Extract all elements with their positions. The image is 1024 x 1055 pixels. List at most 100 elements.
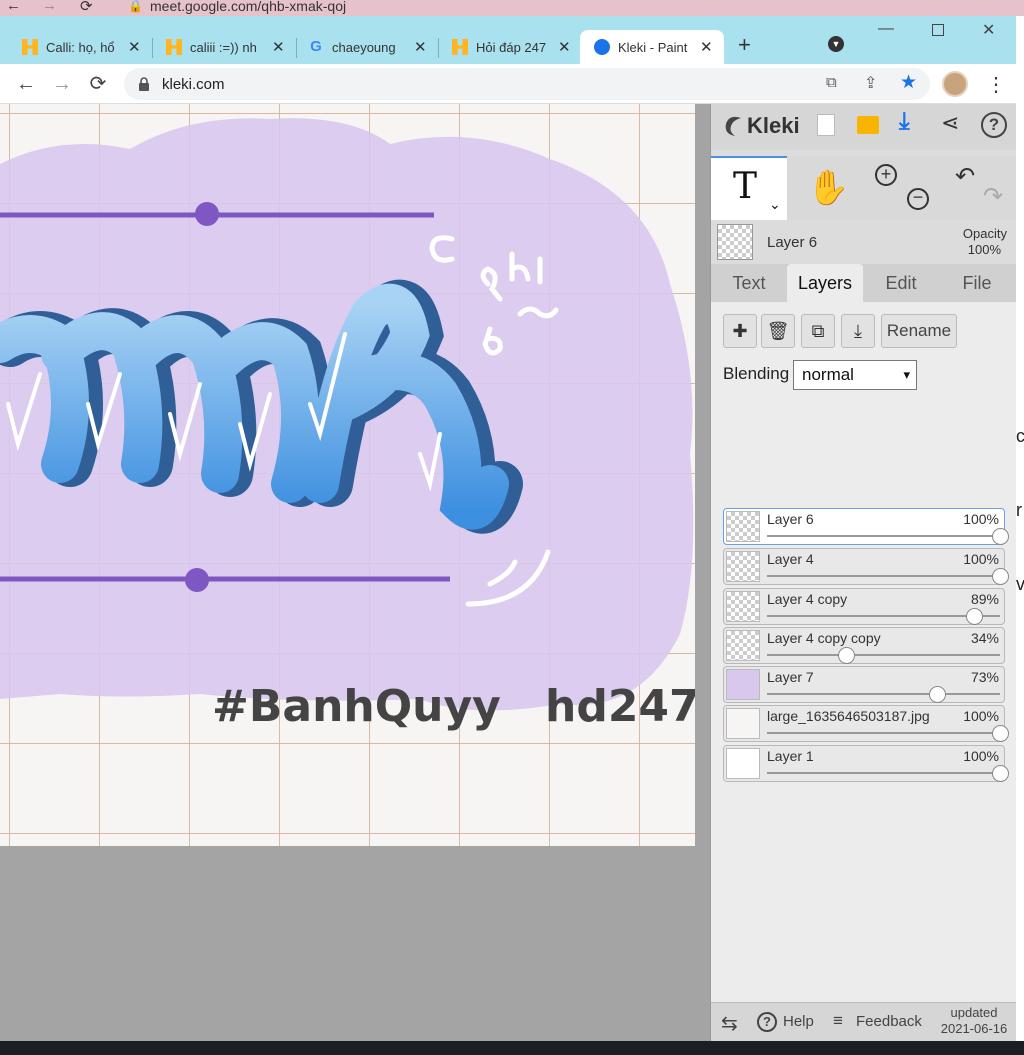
layer-opacity-track[interactable] (767, 615, 1000, 617)
close-tab-icon[interactable]: ✕ (272, 38, 285, 56)
layer-opacity-track[interactable] (767, 693, 1000, 695)
chevron-down-icon[interactable]: ⌄ (769, 196, 781, 213)
redo-icon[interactable]: ↷ (983, 182, 1003, 211)
drawing-canvas[interactable]: #BanhQuyy hd247 (0, 104, 695, 846)
tab-layers[interactable]: Layers (787, 264, 863, 302)
layer-name: Layer 6 (767, 511, 814, 527)
layer-row-layer-7[interactable]: Layer 7 73% (723, 666, 1005, 703)
new-tab-icon[interactable]: + (738, 32, 751, 58)
layer-row-layer-4[interactable]: Layer 4 100% (723, 548, 1009, 585)
help-icon[interactable]: ? (981, 112, 1007, 138)
layer-opacity-track[interactable] (767, 772, 1000, 774)
address-url: kleki.com (162, 76, 225, 93)
swap-sides-icon[interactable]: ⇆ (721, 1011, 738, 1036)
maximize-icon[interactable] (932, 24, 944, 36)
layer-thumbnail (726, 591, 760, 622)
tab-file[interactable]: File (939, 264, 1015, 302)
text-tool-button[interactable]: T ⌄ (711, 156, 787, 220)
layer-row-layer-6[interactable]: Layer 6 100% (723, 508, 1009, 545)
canvas-artwork: #BanhQuyy hd247 (0, 104, 695, 846)
close-window-icon[interactable]: ✕ (982, 20, 995, 40)
bookmark-star-icon[interactable]: ★ (900, 71, 917, 94)
layer-opacity-knob[interactable] (838, 647, 856, 664)
delete-layer-button[interactable]: 🗑 (761, 314, 795, 348)
updated-label: updated (950, 1005, 998, 1020)
rename-layer-button[interactable]: Rename (881, 314, 957, 348)
layer-name: Layer 4 copy (767, 591, 848, 607)
layer-opacity-knob[interactable] (992, 725, 1009, 742)
close-tab-icon[interactable]: ✕ (700, 38, 713, 56)
layer-name: Layer 4 (767, 551, 814, 567)
download-icon[interactable]: ⤓ (899, 108, 910, 136)
top-line-dot (195, 202, 219, 226)
open-folder-icon[interactable] (857, 116, 879, 134)
tab-hoidap[interactable]: Hỏi đáp 247 ✕ (430, 30, 580, 64)
merge-layer-button[interactable]: ⤓ (841, 314, 875, 348)
tab-kleki[interactable]: Kleki - Paint ✕ (580, 30, 724, 64)
layer-opacity-track[interactable] (767, 575, 1000, 577)
back-arrow-icon[interactable]: ← (6, 0, 21, 14)
layer-opacity-track[interactable] (767, 654, 1000, 656)
bg-letter: r (1016, 500, 1022, 520)
current-layer-thumbnail (717, 224, 753, 260)
reload-icon[interactable]: ⟳ (80, 0, 93, 15)
layer-row-layer-1[interactable]: Layer 1 100% (723, 745, 1009, 782)
blending-value: normal (802, 365, 854, 384)
tab-text[interactable]: Text (711, 264, 787, 302)
menu-dots-icon[interactable]: ⋮ (986, 72, 1006, 97)
tab-edit[interactable]: Edit (863, 264, 939, 302)
layer-opacity-knob[interactable] (992, 568, 1009, 585)
undo-icon[interactable]: ↶ (955, 162, 975, 191)
close-tab-icon[interactable]: ✕ (414, 38, 427, 56)
layer-opacity-knob[interactable] (929, 686, 947, 703)
tab-calli[interactable]: Calli: họ, hổ ✕ (0, 30, 152, 64)
layer-opacity-track[interactable] (767, 535, 1000, 537)
tab-title: Hỏi đáp 247 (476, 39, 547, 55)
profile-avatar[interactable] (942, 71, 968, 97)
layer-name: Layer 7 (767, 669, 814, 685)
kleki-footer: ⇆ ? Help ≡ Feedback updated 2021-06-16 (711, 1002, 1017, 1041)
help-link[interactable]: Help (783, 1013, 814, 1030)
layer-thumbnail (726, 669, 760, 700)
close-tab-icon[interactable]: ✕ (558, 38, 571, 56)
layer-opacity-knob[interactable] (966, 608, 984, 625)
layer-opacity-knob[interactable] (992, 528, 1009, 545)
hoidap-h-icon (22, 39, 38, 55)
reload-icon[interactable]: ⟳ (86, 72, 110, 96)
forward-icon[interactable]: → (50, 72, 74, 96)
tab-caliii[interactable]: caliii :=)) nh ✕ (144, 30, 296, 64)
layer-thumbnail (726, 551, 760, 582)
panel-tabs: Text Layers Edit File (711, 264, 1017, 302)
hand-tool-icon[interactable]: ✋ (807, 168, 849, 208)
new-image-icon[interactable] (817, 114, 835, 136)
minimize-icon[interactable]: — (878, 20, 894, 38)
tab-title: chaeyoung (332, 39, 396, 55)
tab-chaeyoung[interactable]: G chaeyoung ✕ (286, 30, 438, 64)
current-layer-name: Layer 6 (767, 234, 818, 251)
zoom-out-icon[interactable]: − (907, 188, 929, 210)
layer-name: Layer 1 (767, 748, 814, 764)
hoidap-h-icon (452, 39, 468, 55)
bg-letter: v (1016, 574, 1024, 594)
feedback-link[interactable]: Feedback (856, 1013, 922, 1030)
duplicate-layer-button[interactable]: ⧉ (801, 314, 835, 348)
layer-row-large-jpg[interactable]: large_1635646503187.jpg 100% (723, 705, 1009, 742)
layer-opacity-knob[interactable] (992, 765, 1009, 782)
tab-search-icon[interactable]: ▼ (828, 36, 844, 52)
layer-row-layer-4-copy[interactable]: Layer 4 copy 89% (723, 588, 1005, 625)
back-icon[interactable]: ← (14, 72, 38, 96)
translate-icon[interactable]: ⧉ (826, 74, 837, 91)
share-icon[interactable]: ⋖ (941, 110, 959, 136)
zoom-in-icon[interactable]: + (875, 164, 897, 186)
share-icon[interactable]: ⇪ (864, 73, 877, 93)
forward-arrow-icon[interactable]: → (42, 0, 57, 14)
kleki-logo-text: Kleki (747, 113, 800, 138)
canvas-tag-right: hd247 (545, 681, 695, 732)
address-bar[interactable]: kleki.com ⧉ ⇪ ★ (124, 68, 930, 100)
add-layer-button[interactable]: ✚ (723, 314, 757, 348)
page-content: #BanhQuyy hd247 Kleki ⤓ ⋖ ? T ⌄ ✋ + − ↶ … (0, 104, 1017, 1041)
layer-row-layer-4-copy-copy[interactable]: Layer 4 copy copy 34% (723, 627, 1005, 664)
close-tab-icon[interactable]: ✕ (128, 38, 141, 56)
blending-select[interactable]: normal ▾ (793, 360, 917, 390)
layer-opacity-track[interactable] (767, 732, 1000, 734)
